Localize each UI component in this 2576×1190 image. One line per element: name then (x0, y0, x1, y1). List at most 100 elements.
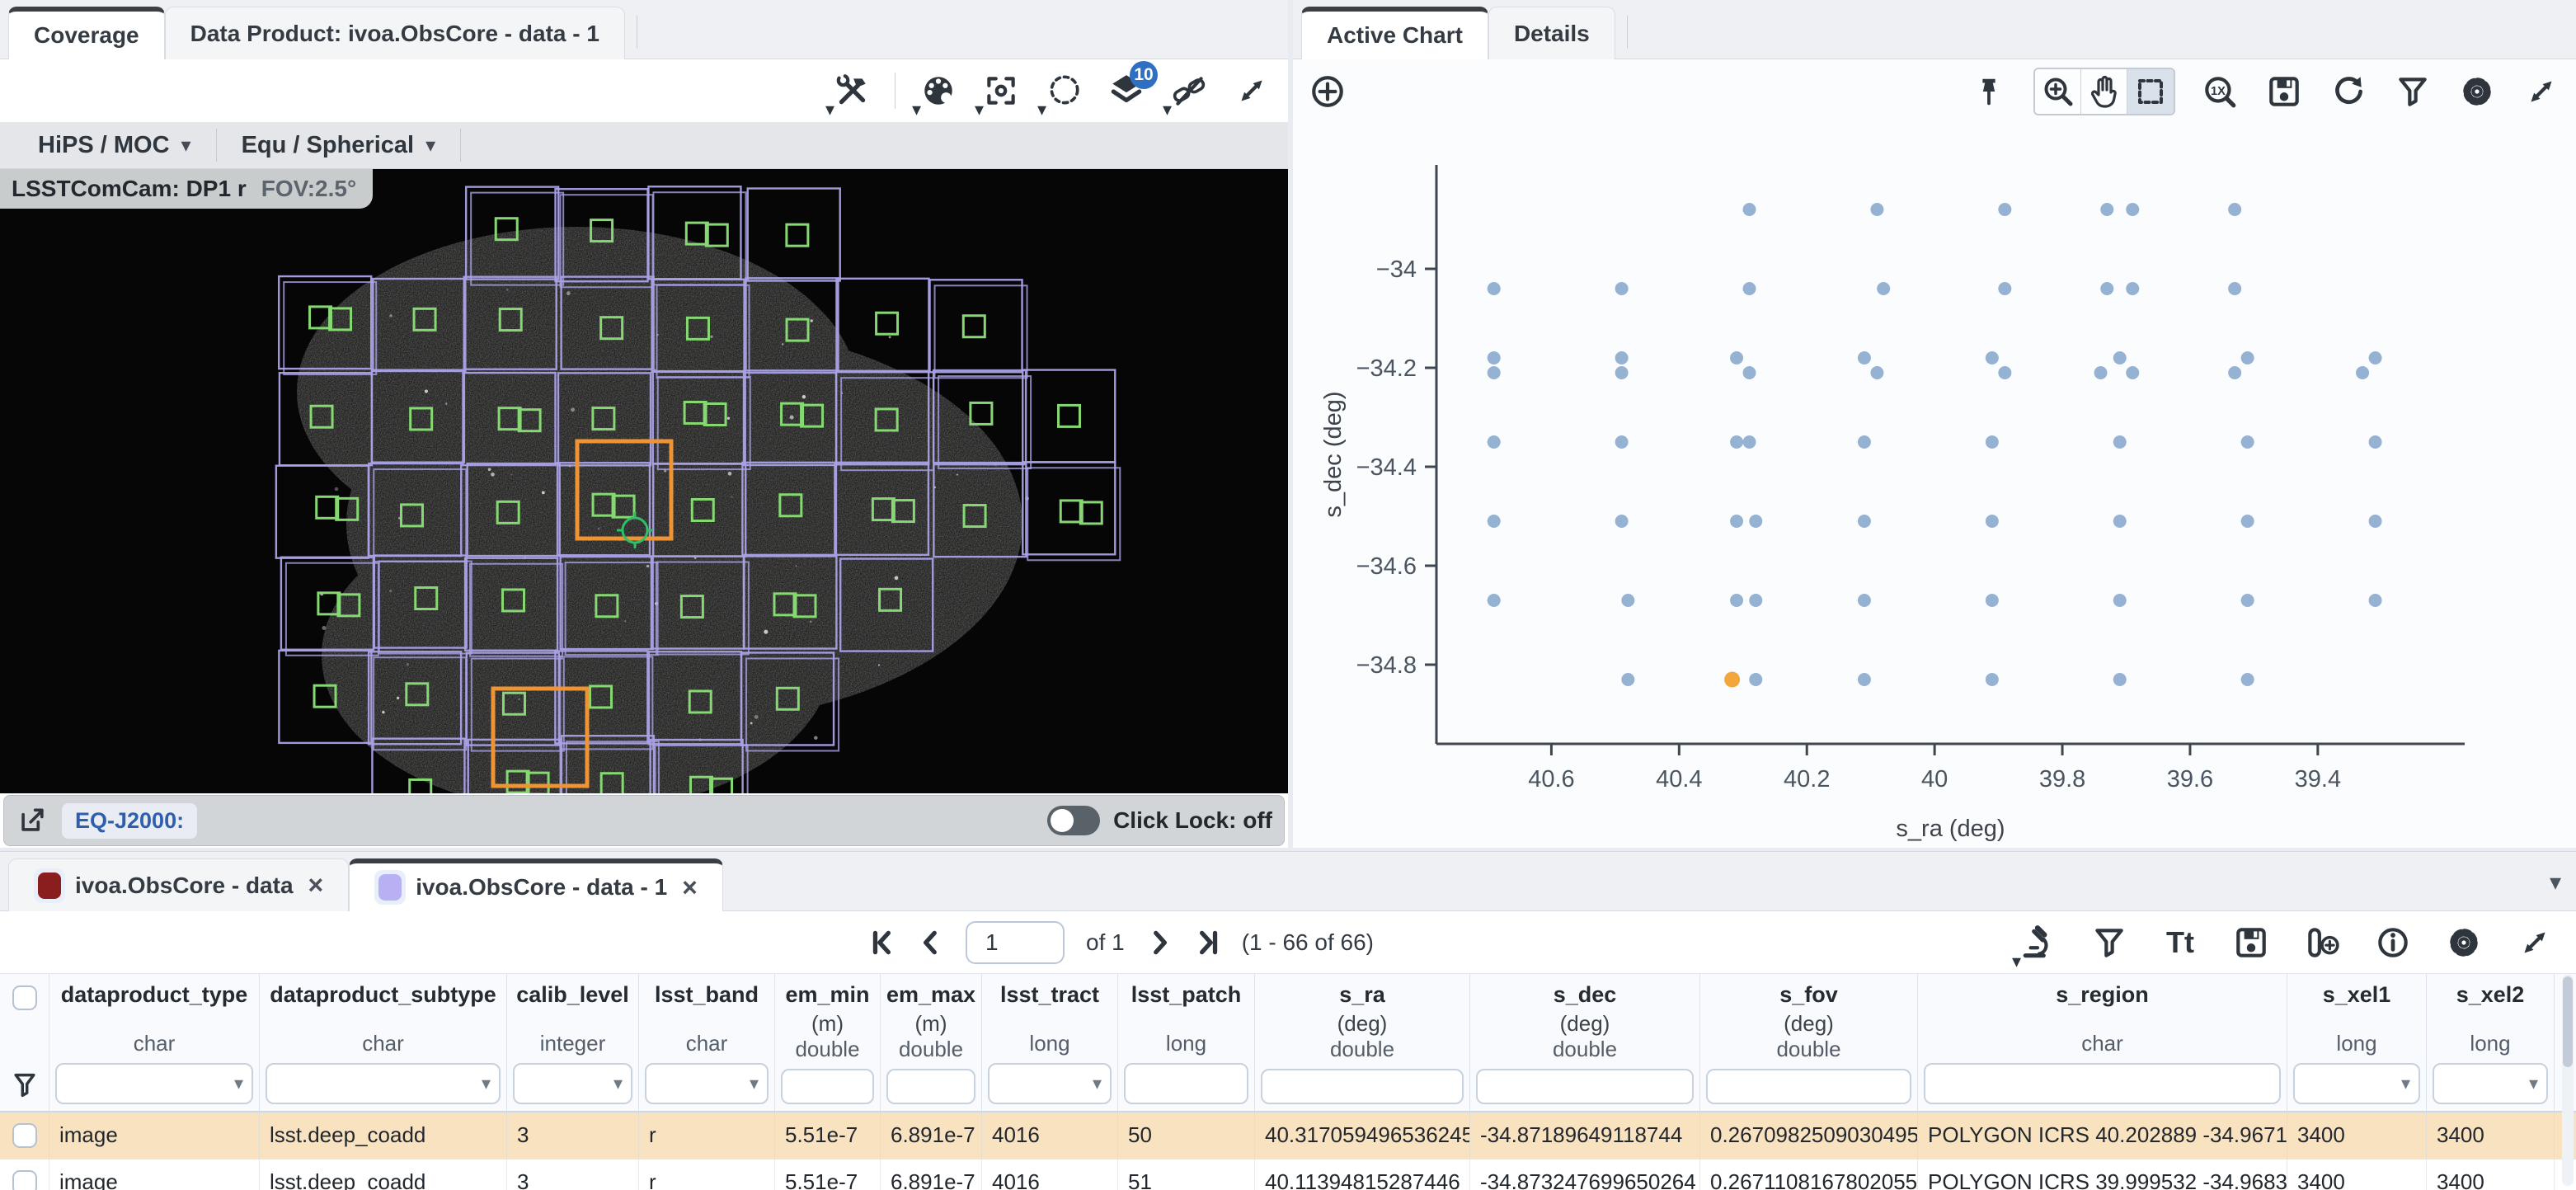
filter-chart-button[interactable] (2393, 72, 2433, 111)
data-point[interactable] (1858, 435, 1871, 449)
data-point[interactable] (1621, 594, 1634, 607)
close-icon[interactable]: × (303, 870, 324, 901)
data-point[interactable] (1998, 282, 2011, 295)
data-point[interactable] (2228, 282, 2241, 295)
data-point[interactable] (2228, 366, 2241, 379)
hips-moc-dropdown[interactable]: HiPS / MOC ▾ (20, 122, 209, 168)
data-point[interactable] (1998, 203, 2011, 216)
first-page-icon[interactable] (870, 928, 896, 957)
click-lock-toggle[interactable] (1047, 806, 1100, 835)
data-point[interactable] (2113, 673, 2127, 686)
row-checkbox[interactable] (12, 1123, 37, 1148)
zoom-in-mode-button[interactable] (2035, 69, 2081, 114)
data-point[interactable] (1488, 366, 1501, 379)
column-filter-input[interactable]: ▾ (645, 1063, 769, 1104)
layers-button[interactable]: 10 (1107, 71, 1146, 111)
data-point[interactable] (2241, 515, 2254, 528)
add-column-button[interactable] (2302, 923, 2342, 962)
selected-data-point[interactable] (1724, 672, 1740, 688)
zoom-reset-button[interactable]: 1X (2200, 72, 2240, 111)
column-header-s_ra[interactable]: s_ra(deg)double (1255, 974, 1470, 1111)
data-point[interactable] (1749, 594, 1762, 607)
save-chart-button[interactable] (2264, 72, 2304, 111)
data-point[interactable] (2369, 435, 2382, 449)
data-point[interactable] (1749, 515, 1762, 528)
column-header-em_min[interactable]: em_min(m)double (775, 974, 881, 1111)
data-point[interactable] (2126, 366, 2139, 379)
tab-details[interactable]: Details (1488, 7, 1615, 59)
data-point[interactable] (1858, 515, 1871, 528)
data-point[interactable] (2126, 203, 2139, 216)
data-point[interactable] (1749, 673, 1762, 686)
data-point[interactable] (1743, 435, 1756, 449)
add-chart-button[interactable] (1308, 72, 1347, 111)
data-point[interactable] (2100, 282, 2113, 295)
filter-table-button[interactable] (2089, 923, 2129, 962)
data-point[interactable] (2126, 282, 2139, 295)
data-point[interactable] (1986, 515, 1999, 528)
open-external-icon[interactable] (16, 804, 49, 837)
expand-table-button[interactable] (2515, 923, 2555, 962)
data-point[interactable] (1858, 351, 1871, 365)
data-point[interactable] (2369, 351, 2382, 365)
column-header-lsst_patch[interactable]: lsst_patchlong (1118, 974, 1255, 1111)
data-point[interactable] (2356, 366, 2369, 379)
data-point[interactable] (2241, 594, 2254, 607)
data-point[interactable] (1730, 594, 1743, 607)
expand-chart-button[interactable] (2522, 72, 2561, 111)
restore-chart-button[interactable] (2329, 72, 2368, 111)
column-filter-input[interactable] (781, 1069, 874, 1104)
column-header-lsst_tract[interactable]: lsst_tractlong▾ (982, 974, 1118, 1111)
data-point[interactable] (1615, 282, 1629, 295)
data-point[interactable] (2241, 673, 2254, 686)
data-point[interactable] (1615, 351, 1629, 365)
table-settings-button[interactable] (2444, 923, 2484, 962)
table-scrollbar[interactable] (2562, 975, 2574, 1186)
inspect-button[interactable]: ▾ (2019, 923, 2058, 962)
projection-dropdown[interactable]: Equ / Spherical ▾ (223, 122, 454, 168)
color-settings-button[interactable]: ▾ (919, 71, 958, 111)
column-header-s_xel1[interactable]: s_xel1long▾ (2287, 974, 2427, 1111)
data-point[interactable] (1743, 203, 1756, 216)
next-page-icon[interactable] (1146, 928, 1173, 957)
data-point[interactable] (1743, 282, 1756, 295)
previous-page-icon[interactable] (918, 928, 944, 957)
data-point[interactable] (2369, 515, 2382, 528)
column-header-s_xel2[interactable]: s_xel2long▾ (2427, 974, 2555, 1111)
pan-mode-button[interactable] (2081, 69, 2127, 114)
select-region-button[interactable]: ▾ (1044, 71, 1084, 111)
data-point[interactable] (2100, 203, 2113, 216)
column-header-dataproduct_subtype[interactable]: dataproduct_subtypechar▾ (260, 974, 507, 1111)
unlink-button[interactable]: ▾ (1169, 71, 1209, 111)
data-point[interactable] (1986, 351, 1999, 365)
data-point[interactable] (1488, 351, 1501, 365)
data-point[interactable] (1488, 282, 1501, 295)
chart-settings-button[interactable] (2457, 72, 2497, 111)
column-filter-input[interactable]: ▾ (2293, 1063, 2420, 1104)
data-point[interactable] (2241, 351, 2254, 365)
tab-coverage[interactable]: Coverage (8, 7, 165, 59)
data-point[interactable] (1730, 435, 1743, 449)
tab-obscore-data[interactable]: ivoa.ObsCore - data × (8, 858, 349, 911)
data-point[interactable] (1488, 435, 1501, 449)
scrollbar-thumb[interactable] (2563, 976, 2573, 1067)
sky-view[interactable]: LSSTComCam: DP1 r FOV:2.5° (0, 169, 1288, 793)
data-point[interactable] (1615, 435, 1629, 449)
data-point[interactable] (1858, 673, 1871, 686)
column-filter-input[interactable] (1476, 1069, 1694, 1104)
column-filter-input[interactable] (1261, 1069, 1464, 1104)
data-point[interactable] (1615, 366, 1629, 379)
column-filter-input[interactable]: ▾ (2433, 1063, 2548, 1104)
table-row[interactable]: imagelsst.deep_coadd3r5.51e-76.891e-7401… (0, 1159, 2576, 1190)
data-point[interactable] (2113, 594, 2127, 607)
column-filter-input[interactable] (1706, 1069, 1911, 1104)
column-header-s_fov[interactable]: s_fov(deg)double (1700, 974, 1918, 1111)
data-point[interactable] (2094, 366, 2108, 379)
data-point[interactable] (1730, 515, 1743, 528)
data-point[interactable] (1743, 366, 1756, 379)
row-checkbox[interactable] (12, 1170, 37, 1190)
data-point[interactable] (1986, 435, 1999, 449)
column-header-s_dec[interactable]: s_dec(deg)double (1470, 974, 1700, 1111)
column-header-lsst_band[interactable]: lsst_bandchar▾ (639, 974, 775, 1111)
data-point[interactable] (1998, 366, 2011, 379)
